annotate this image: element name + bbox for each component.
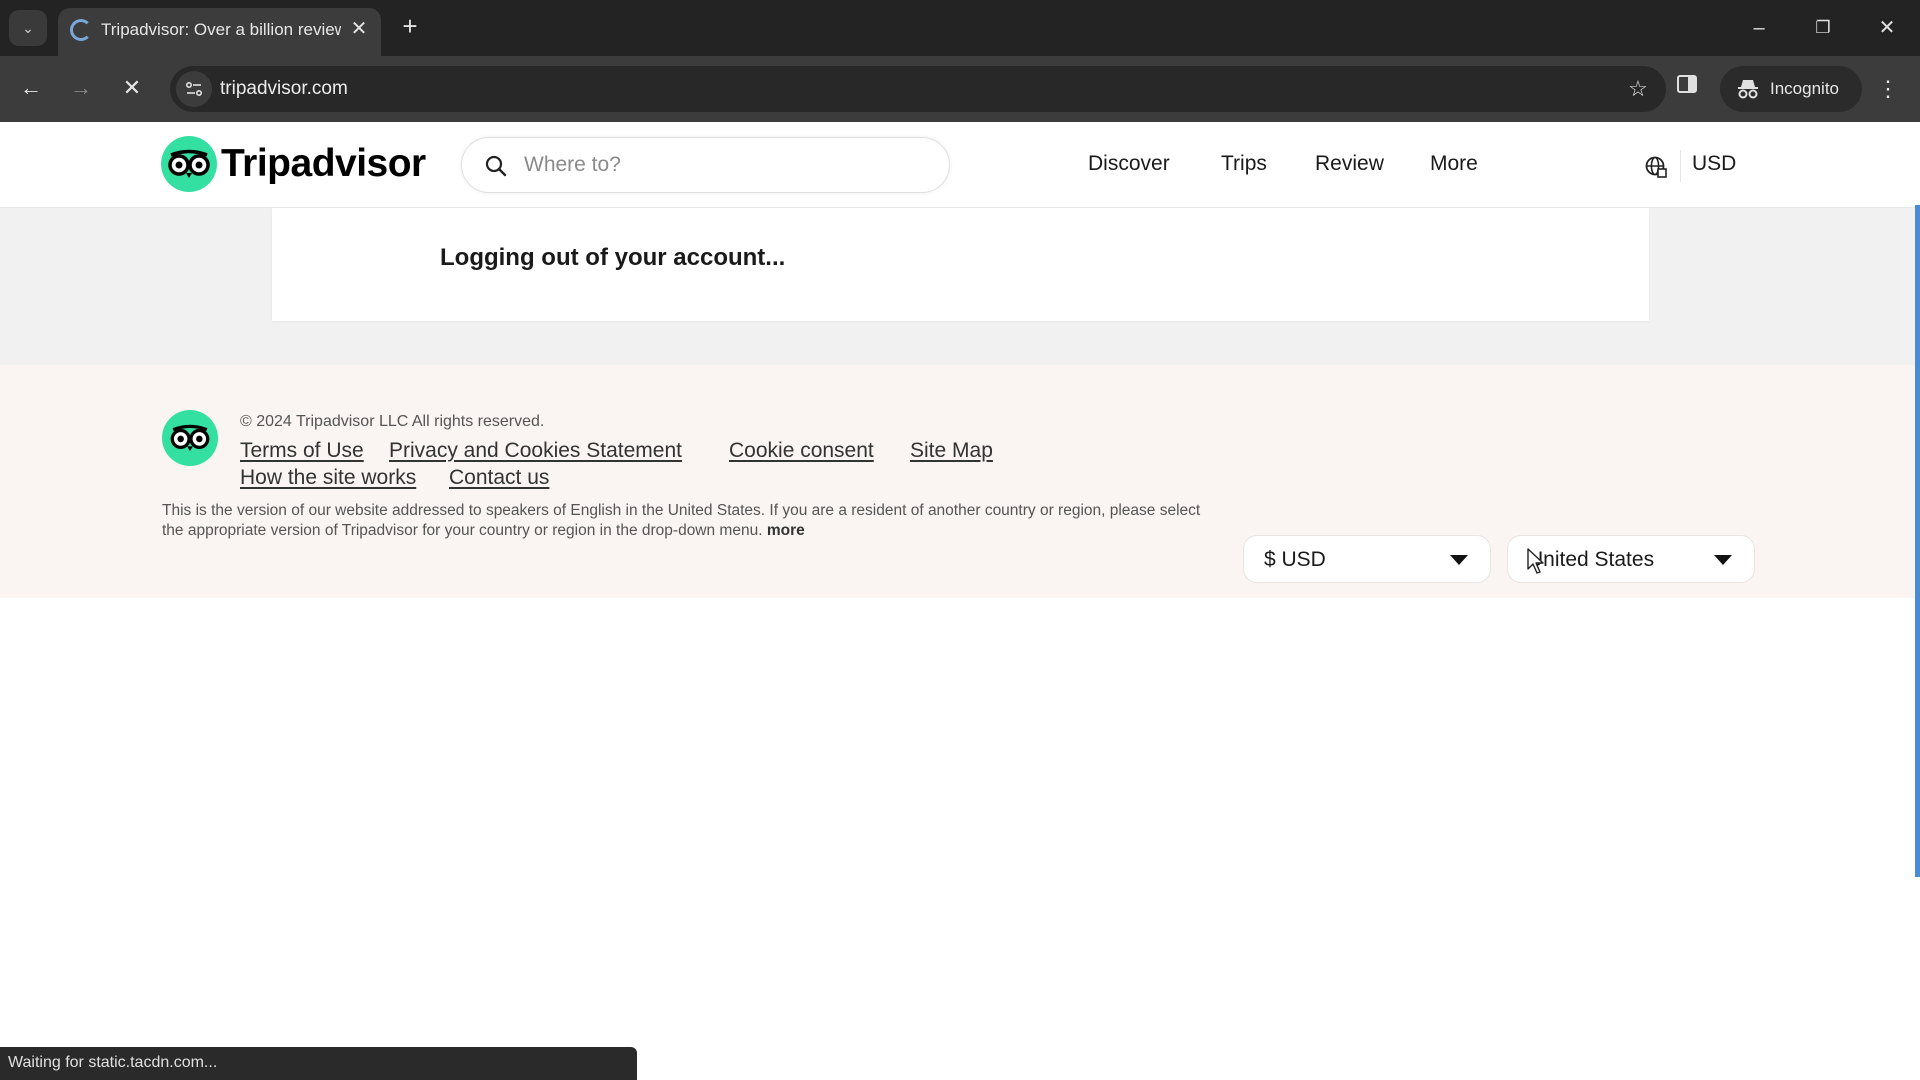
new-tab-button[interactable]: + [398, 12, 422, 40]
tab-title: Tripadvisor: Over a billion reviews [101, 20, 341, 39]
close-icon: ✕ [1878, 17, 1896, 39]
footer-link-site-map[interactable]: Site Map [910, 439, 993, 463]
caret-down-icon [1714, 555, 1732, 565]
currency-select[interactable]: $ USD [1243, 535, 1491, 583]
bookmark-button[interactable]: ☆ [1624, 75, 1652, 103]
forward-button[interactable]: → [65, 72, 97, 104]
side-panel-icon [1677, 75, 1697, 93]
close-icon: ✕ [122, 75, 142, 100]
browser-status-bar: Waiting for static.tacdn.com... [0, 1047, 637, 1080]
status-text: Waiting for static.tacdn.com... [8, 1054, 218, 1071]
disclaimer: This is the version of our website addre… [162, 501, 1222, 541]
tripadvisor-logo[interactable]: Tripadvisor [161, 136, 426, 192]
minimize-button[interactable]: – [1744, 14, 1774, 42]
footer-link-how-site-works[interactable]: How the site works [240, 466, 416, 490]
chevron-down-icon: ⌄ [22, 19, 34, 36]
brand-name: Tripadvisor [221, 142, 426, 185]
currency-button[interactable]: USD [1692, 152, 1736, 176]
side-panel-button[interactable] [1676, 73, 1700, 97]
incognito-label: Incognito [1770, 79, 1839, 98]
address-bar[interactable]: tripadvisor.com ☆ [170, 66, 1666, 112]
globe-icon[interactable] [1644, 155, 1668, 179]
footer: © 2024 Tripadvisor LLC All rights reserv… [0, 365, 1920, 598]
footer-link-cookie-consent[interactable]: Cookie consent [729, 439, 874, 463]
copyright-text: © 2024 Tripadvisor LLC All rights reserv… [240, 413, 545, 430]
back-button[interactable]: ← [15, 72, 47, 104]
mouse-cursor-icon [1527, 548, 1544, 574]
star-icon: ☆ [1628, 76, 1648, 101]
page-content: Tripadvisor Discover Trips Review More U… [0, 122, 1920, 1080]
search-icon [485, 155, 507, 177]
currency-select-value: $ USD [1264, 548, 1326, 571]
tab-search-button[interactable]: ⌄ [9, 10, 47, 46]
site-header: Tripadvisor Discover Trips Review More U… [0, 122, 1920, 208]
logout-message: Logging out of your account... [440, 244, 786, 271]
footer-link-contact[interactable]: Contact us [449, 466, 549, 490]
site-info-button[interactable] [176, 71, 212, 107]
spinner-icon [70, 19, 92, 41]
minimize-icon: – [1753, 17, 1765, 39]
browser-tab[interactable]: Tripadvisor: Over a billion reviews ✕ [58, 8, 381, 56]
footer-link-privacy[interactable]: Privacy and Cookies Statement [389, 439, 682, 463]
close-icon: ✕ [350, 18, 368, 40]
incognito-icon [1738, 80, 1758, 99]
page-scrollbar[interactable] [1915, 205, 1920, 877]
tune-icon [185, 81, 203, 97]
arrow-left-icon: ← [20, 75, 42, 100]
incognito-indicator[interactable]: Incognito [1720, 66, 1862, 112]
footer-link-terms[interactable]: Terms of Use [240, 439, 364, 463]
owl-icon [162, 410, 218, 466]
window-close-button[interactable]: ✕ [1872, 14, 1902, 42]
kebab-icon: ⋮ [1877, 76, 1899, 101]
nav-review[interactable]: Review [1315, 152, 1384, 176]
search-input[interactable] [524, 146, 924, 184]
owl-icon [161, 136, 217, 192]
nav-more[interactable]: More [1430, 152, 1478, 176]
browser-toolbar: ← → ✕ tripadvisor.com ☆ Incognito ⋮ [0, 56, 1920, 122]
header-divider [1680, 150, 1681, 182]
disclaimer-text: This is the version of our website addre… [162, 502, 1201, 539]
nav-trips[interactable]: Trips [1221, 152, 1267, 176]
nav-discover[interactable]: Discover [1088, 152, 1170, 176]
browser-tab-strip: ⌄ Tripadvisor: Over a billion reviews ✕ … [0, 0, 1920, 56]
browser-menu-button[interactable]: ⋮ [1876, 72, 1900, 106]
plus-icon: + [402, 11, 418, 41]
restore-button[interactable]: ❐ [1808, 14, 1838, 42]
stop-loading-button[interactable]: ✕ [116, 72, 148, 104]
tab-close-button[interactable]: ✕ [347, 17, 371, 41]
logout-card: Logging out of your account... [272, 208, 1649, 321]
arrow-right-icon: → [70, 75, 92, 100]
country-select-value: United States [1528, 548, 1655, 571]
restore-icon: ❐ [1815, 18, 1831, 37]
url-text: tripadvisor.com [220, 78, 348, 99]
caret-down-icon [1450, 555, 1468, 565]
search-box[interactable] [461, 137, 950, 193]
disclaimer-more-link[interactable]: more [767, 522, 805, 539]
